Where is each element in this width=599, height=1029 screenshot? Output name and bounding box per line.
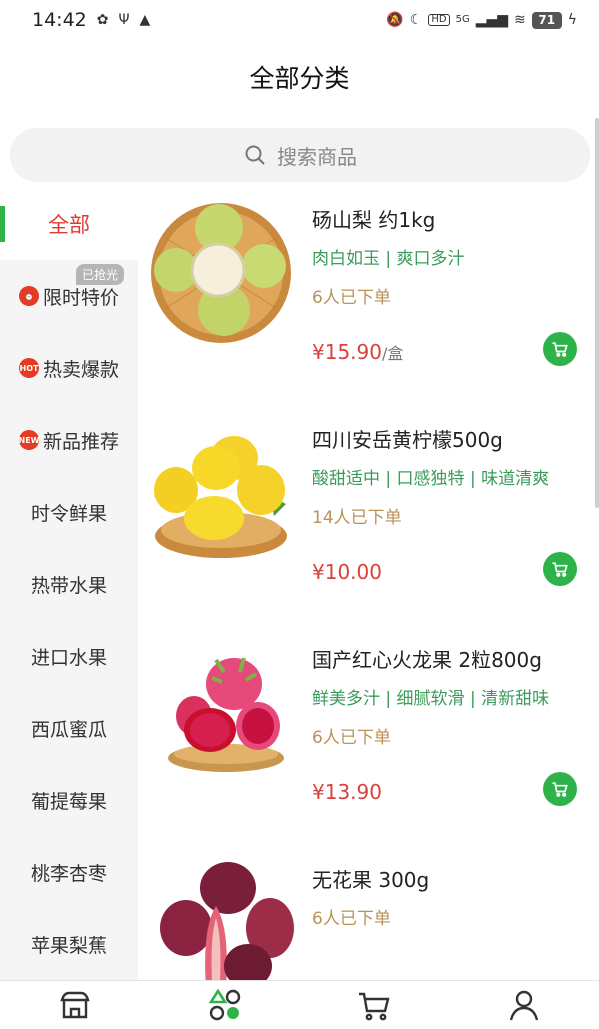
price-unit: /盒 (381, 344, 404, 363)
sidebar-item-label: 西瓜蜜瓜 (30, 718, 107, 741)
cart-icon (552, 782, 568, 797)
category-icon (208, 988, 240, 1021)
shop-icon (60, 991, 90, 1019)
wifi-icon: ≋ (514, 12, 526, 28)
product-tags: 肉白如玉 | 爽口多汁 (312, 249, 465, 269)
product-sold-count: 6人已下单 (312, 728, 391, 748)
cart-icon (552, 562, 568, 577)
sidebar-item-imported[interactable]: 进口水果 (0, 620, 138, 692)
product-sold-count: 6人已下单 (312, 288, 391, 308)
product-price: ¥13.90 (312, 780, 382, 804)
sidebar-item-label: 桃李杏枣 (30, 862, 107, 885)
add-to-cart-button[interactable] (543, 332, 577, 366)
bottom-tab-bar (0, 980, 599, 1029)
product-name: 无花果 300g (312, 868, 430, 892)
product-name: 砀山梨 约1kg (312, 208, 436, 232)
product-name: 四川安岳黄柠檬500g (312, 428, 503, 452)
status-bar: 14:42 ✿ Ψ ▲ 🔕 ☾ HD 5G ▂▄▆ ≋ 71 ϟ (0, 0, 599, 40)
add-to-cart-button[interactable] (543, 772, 577, 806)
sidebar-item-label: 葡提莓果 (30, 790, 107, 813)
sidebar-item-label: 限时特价 (42, 286, 119, 309)
sidebar-item-label: 全部 (48, 213, 90, 237)
sidebar-item-label: 热带水果 (30, 574, 107, 597)
sidebar-item-new[interactable]: NEW 新品推荐 (0, 404, 138, 476)
product-image-dragonfruit[interactable] (146, 638, 296, 788)
sidebar-item-hot[interactable]: HOT 热卖爆款 (0, 332, 138, 404)
sidebar-item-flash-sale[interactable]: 已抢光 ⏰ 限时特价 (0, 260, 138, 332)
add-to-cart-button[interactable] (543, 552, 577, 586)
cart-icon (552, 342, 568, 357)
clock: 14:42 (32, 9, 87, 31)
sidebar-item-apples-pears-bananas[interactable]: 苹果梨蕉 (0, 908, 138, 980)
charging-icon: ϟ (567, 12, 577, 28)
product-sold-count: 6人已下单 (312, 909, 391, 929)
tab-profile[interactable] (449, 981, 599, 1029)
product-image-pear[interactable] (146, 198, 296, 348)
sidebar-item-all[interactable]: 全部 (0, 188, 138, 260)
new-badge-icon: NEW (19, 430, 39, 450)
sidebar-item-stone-fruits[interactable]: 桃李杏枣 (0, 836, 138, 908)
category-sidebar: 全部 已抢光 ⏰ 限时特价 HOT 热卖爆款 NEW 新品推荐 时令鲜果 热带水… (0, 188, 138, 980)
sidebar-item-label: 苹果梨蕉 (30, 934, 107, 957)
product-price: ¥15.90/盒 (312, 340, 403, 364)
product-tags: 酸甜适中 | 口感独特 | 味道清爽 (312, 469, 550, 489)
page-title: 全部分类 (249, 64, 350, 93)
price-value: ¥15.90 (312, 340, 382, 364)
product-card[interactable]: 四川安岳黄柠檬500g 酸甜适中 | 口感独特 | 味道清爽 14人已下单 ¥1… (138, 408, 599, 628)
product-tags: 鲜美多汁 | 细腻软滑 | 清新甜味 (312, 689, 550, 709)
alarm-clock-icon: ⏰ (18, 286, 39, 306)
tab-home-shop[interactable] (0, 981, 150, 1029)
usb-icon: Ψ (118, 12, 130, 28)
sidebar-item-label: 新品推荐 (42, 430, 119, 453)
sold-out-badge: 已抢光 (75, 264, 124, 285)
tab-cart[interactable] (300, 981, 450, 1029)
notification-app-icon: ✿ (96, 12, 109, 28)
search-bar[interactable]: 搜索商品 (10, 128, 590, 182)
sidebar-item-label: 热卖爆款 (42, 358, 119, 381)
product-price: ¥10.00 (312, 560, 382, 584)
search-icon (245, 145, 265, 165)
tab-category[interactable] (150, 981, 300, 1029)
price-value: ¥13.90 (312, 780, 382, 804)
signal-icon: ▂▄▆ (475, 12, 509, 28)
sidebar-item-melons[interactable]: 西瓜蜜瓜 (0, 692, 138, 764)
profile-icon (509, 990, 539, 1021)
sidebar-item-label: 时令鲜果 (30, 502, 107, 525)
product-list: 砀山梨 约1kg 肉白如玉 | 爽口多汁 6人已下单 ¥15.90/盒 四川安岳… (138, 188, 599, 980)
moon-icon: ☾ (409, 12, 423, 28)
product-sold-count: 14人已下单 (312, 508, 402, 528)
battery-level: 71 (531, 11, 562, 29)
sidebar-item-tropical[interactable]: 热带水果 (0, 548, 138, 620)
product-name: 国产红心火龙果 2粒800g (312, 648, 542, 672)
product-image-fig[interactable] (146, 858, 296, 980)
hot-flame-icon: HOT (18, 358, 39, 378)
cart-icon (359, 992, 390, 1021)
sidebar-item-seasonal[interactable]: 时令鲜果 (0, 476, 138, 548)
product-image-lemon[interactable] (146, 418, 296, 568)
hd-icon: HD (428, 14, 450, 26)
network-type: 5G (455, 14, 470, 25)
sidebar-item-grapes-berries[interactable]: 葡提莓果 (0, 764, 138, 836)
price-value: ¥10.00 (312, 560, 382, 584)
product-card[interactable]: 国产红心火龙果 2粒800g 鲜美多汁 | 细腻软滑 | 清新甜味 6人已下单 … (138, 628, 599, 848)
product-card[interactable]: 无花果 300g 6人已下单 (138, 848, 599, 980)
product-card[interactable]: 砀山梨 约1kg 肉白如玉 | 爽口多汁 6人已下单 ¥15.90/盒 (138, 188, 599, 408)
mute-icon: 🔕 (386, 12, 404, 28)
warning-icon: ▲ (139, 12, 151, 28)
sidebar-item-label: 进口水果 (30, 646, 107, 669)
search-placeholder: 搜索商品 (277, 144, 357, 169)
